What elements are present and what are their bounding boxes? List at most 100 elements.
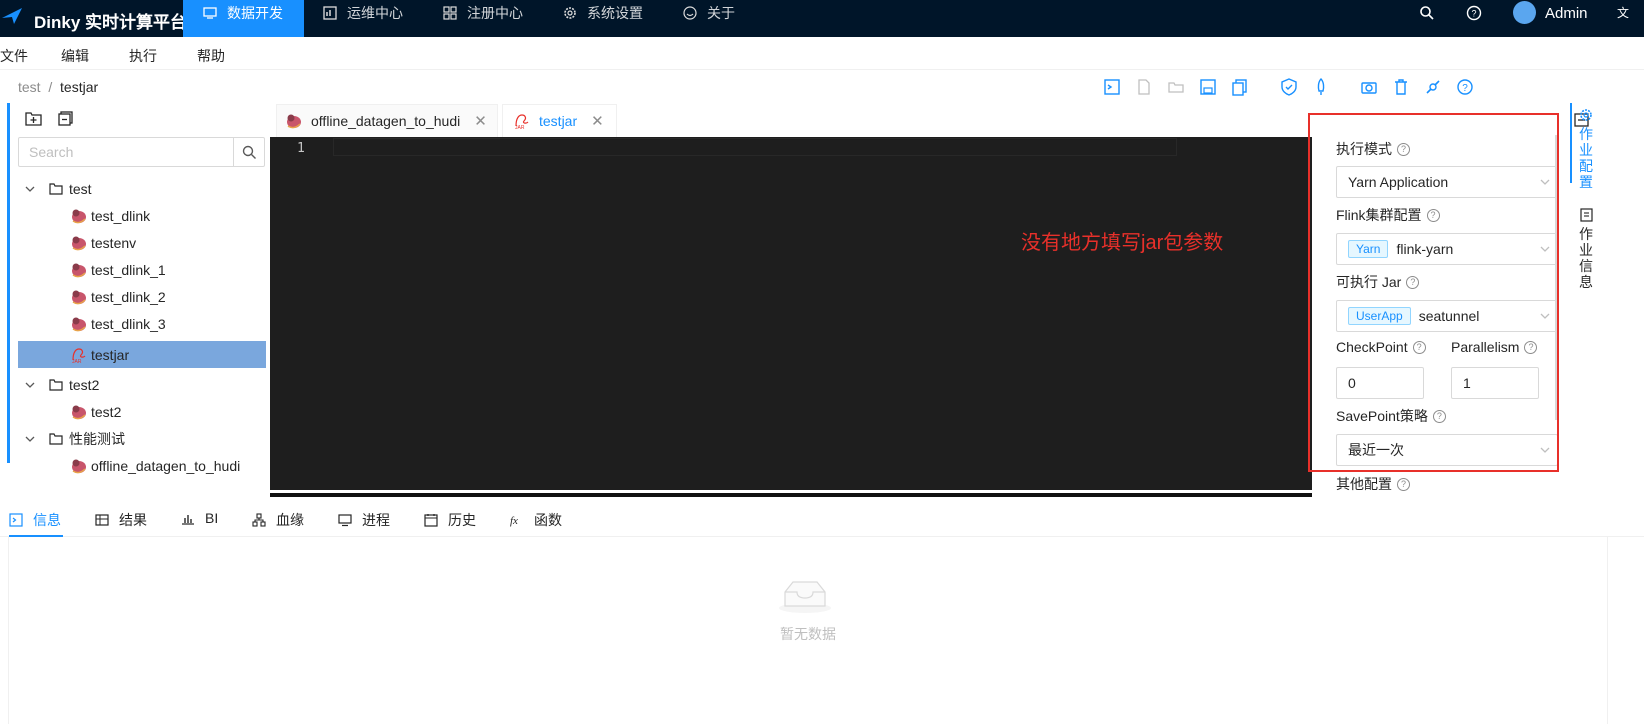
tree-folder-test[interactable]: test	[25, 175, 92, 202]
new-file-icon[interactable]	[1135, 78, 1153, 96]
tree-item-test-dlink-3[interactable]: test_dlink_3	[70, 310, 166, 337]
bottom-tab-results[interactable]: 结果	[95, 510, 147, 530]
dinky-logo-icon[interactable]	[0, 4, 24, 28]
bottom-tab-functions[interactable]: fx 函数	[510, 510, 562, 530]
search-icon	[242, 145, 256, 159]
annotation-highlight-box	[1308, 113, 1559, 472]
breadcrumb-separator: /	[48, 79, 53, 95]
api-icon[interactable]	[1424, 78, 1442, 96]
tree-item-test2[interactable]: test2	[70, 398, 121, 425]
jar-icon: JAR	[72, 347, 86, 364]
translate-icon[interactable]: 文	[1616, 5, 1632, 21]
tree-label: test_dlink_1	[91, 261, 166, 278]
tree-label: test_dlink_2	[91, 288, 166, 305]
bottom-tab-info[interactable]: 信息	[9, 510, 61, 530]
tree-search-field[interactable]	[18, 137, 234, 167]
tree-item-test-dlink-1[interactable]: test_dlink_1	[70, 256, 166, 283]
lineage-icon	[252, 513, 266, 527]
bottom-tab-lineage[interactable]: 血缘	[252, 510, 304, 530]
bottom-tab-bi[interactable]: BI	[181, 510, 218, 526]
search-icon[interactable]	[1419, 5, 1435, 21]
side-tab-accent	[1570, 103, 1572, 183]
app-title[interactable]: Dinky 实时计算平台	[34, 8, 187, 33]
smile-icon	[683, 6, 697, 20]
tree-label: test_dlink	[91, 207, 151, 224]
tree-item-testenv[interactable]: testenv	[70, 229, 136, 256]
close-icon[interactable]: ✕	[474, 112, 487, 130]
nav-item-data-dev[interactable]: 数据开发	[183, 0, 304, 37]
code-editor[interactable]	[270, 137, 1312, 490]
tree-item-testjar[interactable]: JAR testjar	[18, 341, 266, 368]
menu-run[interactable]: 执行	[129, 46, 157, 66]
search-button[interactable]	[233, 137, 265, 167]
tab-label: 历史	[448, 512, 476, 528]
side-tab-job-config[interactable]: 作业配置	[1578, 126, 1594, 190]
copy-icon[interactable]	[1231, 78, 1249, 96]
nav-label: 关于	[707, 5, 735, 21]
tab-offline-datagen[interactable]: offline_datagen_to_hudi ✕	[276, 104, 498, 137]
nav-label: 注册中心	[467, 5, 523, 21]
search-input[interactable]	[19, 138, 233, 166]
user-name[interactable]: Admin	[1545, 5, 1588, 22]
nav-item-settings[interactable]: 系统设置	[563, 0, 643, 37]
tree-label: 性能测试	[69, 430, 125, 447]
grid-icon	[443, 6, 457, 20]
side-tab-job-info[interactable]: 作业信息	[1578, 226, 1594, 290]
nav-item-registry[interactable]: 注册中心	[443, 0, 523, 37]
shield-check-icon[interactable]	[1280, 78, 1298, 96]
chevron-down-icon[interactable]	[25, 184, 35, 194]
nav-label: 运维中心	[347, 5, 403, 21]
console-icon[interactable]	[1103, 78, 1121, 96]
collapse-all-icon[interactable]	[58, 111, 73, 126]
breadcrumb-parent[interactable]: test	[18, 79, 41, 95]
bottom-tab-history[interactable]: 历史	[424, 510, 476, 530]
tree-item-offline-datagen[interactable]: offline_datagen_to_hudi	[70, 452, 240, 479]
left-panel-accent	[7, 103, 10, 463]
question-icon[interactable]: ?	[1397, 477, 1410, 491]
open-folder-icon[interactable]	[1167, 78, 1185, 96]
desktop-icon	[338, 514, 352, 527]
nav-item-about[interactable]: 关于	[683, 0, 735, 37]
tree-label: test	[69, 180, 92, 197]
menu-file[interactable]: 文件	[0, 46, 28, 66]
close-icon[interactable]: ✕	[591, 112, 604, 130]
nav-label: 系统设置	[587, 5, 643, 21]
tab-label: 函数	[534, 512, 562, 528]
folder-open-icon	[49, 182, 63, 195]
save-icon[interactable]	[1199, 78, 1217, 96]
trash-icon[interactable]	[1392, 78, 1410, 96]
help-icon[interactable]: ?	[1466, 5, 1482, 21]
tab-label: testjar	[539, 113, 578, 129]
new-folder-icon[interactable]	[25, 111, 42, 126]
console-icon	[9, 513, 23, 527]
tree-label: testenv	[91, 234, 137, 251]
flink-squirrel-icon	[72, 209, 86, 223]
tree-folder-test2[interactable]: test2	[25, 371, 99, 398]
nav-item-ops-center[interactable]: 运维中心	[323, 0, 403, 37]
tree-item-test-dlink-2[interactable]: test_dlink_2	[70, 283, 166, 310]
folder-open-icon	[49, 432, 63, 445]
help-circle-icon[interactable]: ?	[1456, 78, 1474, 96]
table-icon	[95, 514, 109, 526]
gear-icon	[564, 7, 576, 19]
tree-folder-perf-test[interactable]: 性能测试	[25, 425, 125, 452]
camera-icon[interactable]	[1360, 78, 1378, 96]
flink-squirrel-icon	[72, 236, 86, 250]
chevron-down-icon[interactable]	[25, 434, 35, 444]
menu-edit[interactable]: 编辑	[61, 46, 89, 66]
flink-squirrel-icon	[72, 405, 86, 419]
folder-open-icon	[49, 378, 63, 391]
avatar[interactable]	[1513, 1, 1536, 24]
menu-help[interactable]: 帮助	[197, 46, 225, 66]
svg-text:文: 文	[1617, 5, 1629, 20]
monitor-icon	[203, 7, 217, 19]
bottom-tab-process[interactable]: 进程	[338, 510, 390, 530]
empty-inbox-icon	[779, 581, 831, 613]
breadcrumb-current: testjar	[60, 79, 99, 95]
tree-item-test-dlink[interactable]: test_dlink	[70, 202, 150, 229]
tab-testjar[interactable]: JAR testjar ✕	[502, 104, 617, 137]
chevron-down-icon[interactable]	[25, 380, 35, 390]
rocket-icon[interactable]	[1312, 78, 1330, 96]
function-icon: fx	[510, 515, 518, 527]
document-icon	[1580, 208, 1593, 222]
